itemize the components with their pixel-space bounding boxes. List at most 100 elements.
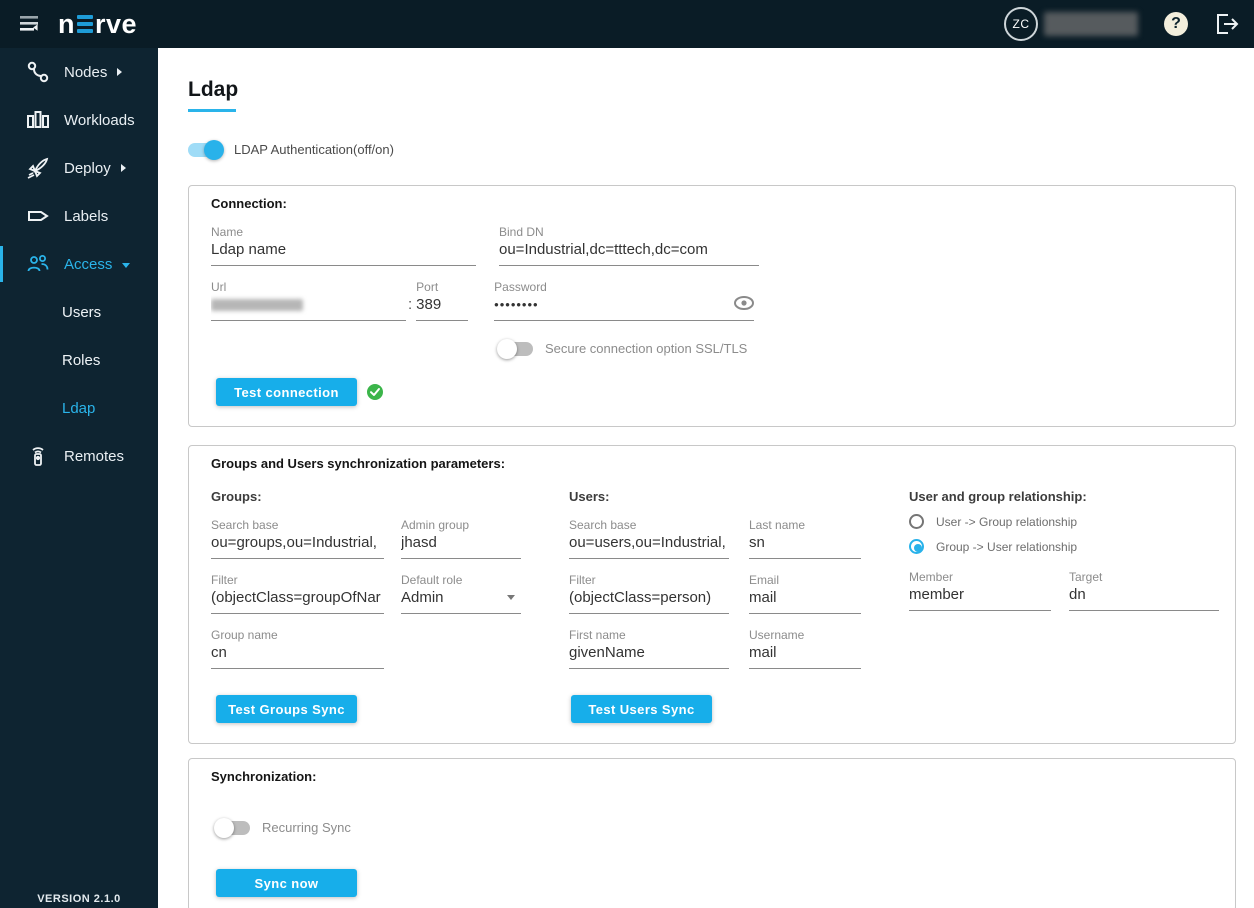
recurring-sync-row: Recurring Sync [214, 817, 1213, 838]
name-field-input[interactable]: Ldap name [211, 239, 476, 266]
group-to-user-radio[interactable] [909, 539, 924, 554]
port-field-input[interactable]: 389 [416, 294, 469, 321]
users-filter-field: Filter (objectClass=person) [569, 573, 729, 614]
users-search-base-label: Search base [569, 518, 637, 532]
last-name-input[interactable]: sn [749, 532, 861, 559]
main-content: Ldap LDAP Authentication(off/on) Connect… [158, 48, 1254, 908]
sidebar-item-workloads[interactable]: Workloads [0, 96, 158, 144]
user-to-group-radio[interactable] [909, 514, 924, 529]
sync-params-section: Groups and Users synchronization paramet… [188, 445, 1236, 744]
first-name-input[interactable]: givenName [569, 642, 729, 669]
groups-search-base-input[interactable]: ou=groups,ou=Industrial, [211, 532, 384, 559]
users-search-base-field: Search base ou=users,ou=Industrial, [569, 518, 729, 559]
group-name-input[interactable]: cn [211, 642, 384, 669]
users-filter-input[interactable]: (objectClass=person) [569, 587, 729, 614]
password-field: Password •••••••• [494, 280, 755, 321]
recurring-sync-toggle[interactable] [214, 817, 250, 838]
default-role-select[interactable]: Admin [401, 587, 521, 614]
workloads-icon [24, 108, 52, 132]
user-to-group-radio-row[interactable]: User -> Group relationship [909, 514, 1219, 529]
test-connection-button[interactable]: Test connection [216, 378, 357, 406]
connection-section-title: Connection: [211, 196, 287, 211]
test-groups-sync-button[interactable]: Test Groups Sync [216, 695, 357, 723]
first-name-label: First name [569, 628, 626, 642]
synchronization-section: Synchronization: Recurring Sync Sync now [188, 758, 1236, 908]
sidebar-item-label: Ldap [62, 399, 96, 417]
last-name-field: Last name sn [749, 518, 861, 559]
help-icon[interactable]: ? [1164, 12, 1188, 36]
admin-group-label: Admin group [401, 518, 470, 532]
name-field-label: Name [211, 225, 244, 239]
last-name-label: Last name [749, 518, 806, 532]
sidebar-item-access[interactable]: Access [0, 240, 158, 288]
sync-now-button[interactable]: Sync now [216, 869, 357, 897]
url-field-input[interactable] [211, 294, 406, 321]
bind-dn-field-input[interactable]: ou=Industrial,dc=tttech,dc=com [499, 239, 759, 266]
target-field: Target dn [1069, 570, 1219, 611]
users-search-base-input[interactable]: ou=users,ou=Industrial, [569, 532, 729, 559]
sync-params-section-title: Groups and Users synchronization paramet… [211, 456, 506, 471]
username-label: Username [749, 628, 805, 642]
sidebar-item-label: Labels [64, 207, 109, 225]
show-password-eye-icon[interactable] [734, 295, 755, 314]
username-field: Username mail [749, 628, 861, 669]
groups-filter-label: Filter [211, 573, 238, 587]
menu-toggle-icon[interactable] [18, 11, 44, 37]
user-name-redacted [1044, 12, 1138, 36]
name-field: Name Ldap name [211, 225, 476, 266]
bind-dn-field: Bind DN ou=Industrial,dc=tttech,dc=com [499, 225, 759, 266]
url-field-label: Url [211, 280, 227, 294]
ldap-auth-toggle[interactable] [188, 139, 224, 160]
sidebar-item-ldap[interactable]: Ldap [0, 384, 158, 432]
relationship-column: User and group relationship: User -> Gro… [909, 475, 1219, 669]
connection-section: Connection: Name Ldap name Bind DN ou=In… [188, 185, 1236, 427]
sidebar-item-label: Access [64, 255, 113, 273]
default-role-value: Admin [401, 589, 444, 606]
sidebar-item-users[interactable]: Users [0, 288, 158, 336]
group-to-user-radio-row[interactable]: Group -> User relationship [909, 539, 1219, 554]
dropdown-caret-icon[interactable] [507, 595, 515, 600]
test-users-sync-button[interactable]: Test Users Sync [571, 695, 712, 723]
ldap-auth-toggle-row: LDAP Authentication(off/on) [188, 139, 1254, 160]
groups-search-base-field: Search base ou=groups,ou=Industrial, [211, 518, 384, 559]
remote-control-icon [24, 444, 52, 468]
nerve-logo: n rve [58, 9, 137, 40]
logout-icon[interactable] [1214, 11, 1240, 37]
logo-text-left: n [58, 8, 75, 39]
sidebar-item-remotes[interactable]: Remotes [0, 432, 158, 480]
users-filter-label: Filter [569, 573, 596, 587]
recurring-sync-label: Recurring Sync [262, 820, 351, 835]
access-users-icon [24, 252, 52, 276]
title-underline [188, 109, 236, 112]
admin-group-input[interactable]: jhasd [401, 532, 521, 559]
first-name-field: First name givenName [569, 628, 729, 669]
label-tag-icon [24, 204, 52, 228]
deploy-rocket-icon [24, 156, 52, 180]
chevron-right-icon [117, 68, 123, 76]
bind-dn-field-label: Bind DN [499, 225, 544, 239]
port-field: Port 389 [416, 280, 469, 321]
member-input[interactable]: member [909, 584, 1051, 611]
username-input[interactable]: mail [749, 642, 861, 669]
target-input[interactable]: dn [1069, 584, 1219, 611]
email-field: Email mail [749, 573, 861, 614]
group-to-user-radio-label: Group -> User relationship [936, 539, 1078, 554]
connection-success-check-icon [366, 383, 384, 401]
sidebar-item-deploy[interactable]: Deploy [0, 144, 158, 192]
port-separator: : [408, 296, 413, 313]
sidebar-item-roles[interactable]: Roles [0, 336, 158, 384]
sidebar-item-label: Nodes [64, 63, 108, 81]
sidebar-item-labels[interactable]: Labels [0, 192, 158, 240]
users-column: Users: Search base ou=users,ou=Industria… [569, 475, 861, 669]
groups-heading: Groups: [211, 489, 262, 504]
password-field-input[interactable]: •••••••• [494, 294, 755, 321]
sidebar: Nodes Workloads Deploy Labels Access Use… [0, 48, 158, 908]
groups-search-base-label: Search base [211, 518, 279, 532]
email-input[interactable]: mail [749, 587, 861, 614]
default-role-label: Default role [401, 573, 463, 587]
avatar[interactable]: ZC [1004, 7, 1038, 41]
groups-filter-input[interactable]: (objectClass=groupOfNar [211, 587, 384, 614]
ssl-toggle[interactable] [497, 338, 533, 359]
relationship-heading: User and group relationship: [909, 489, 1087, 504]
sidebar-item-nodes[interactable]: Nodes [0, 48, 158, 96]
